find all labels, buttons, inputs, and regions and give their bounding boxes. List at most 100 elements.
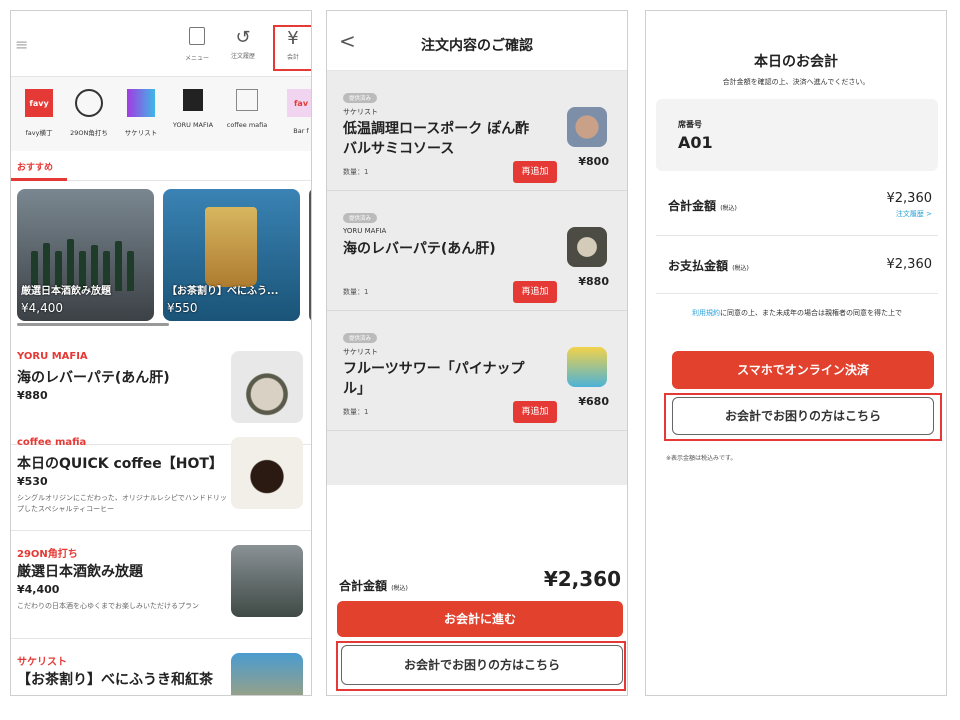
featured-card-price: ¥4,400	[21, 301, 63, 315]
shop-name: サケリスト	[124, 129, 158, 137]
order-history-link[interactable]: 注文履歴 >	[896, 209, 932, 219]
history-clock-icon: ↺	[235, 27, 251, 48]
item-shop-name: YORU MAFIA	[17, 351, 88, 362]
shop-favy-yokocho[interactable]: favy favy横丁	[11, 89, 67, 137]
shop-sakelist[interactable]: サケリスト	[113, 89, 169, 137]
29on-logo	[75, 89, 103, 117]
item-description: こだわりの日本酒を心ゆくまでお楽しみいただけるプラン	[17, 602, 199, 610]
order-price: ¥800	[578, 155, 609, 168]
page-title: 注文内容のご確認	[421, 38, 533, 54]
total-value: ¥2,360	[543, 567, 621, 591]
served-badge: 提供済み	[343, 213, 378, 223]
pork-thumbnail	[567, 107, 607, 147]
total-value: ¥2,360	[886, 191, 933, 206]
featured-card-partial[interactable]	[309, 189, 311, 321]
item-price: ¥880	[17, 389, 48, 402]
checkout-help-button[interactable]: お会計でお困りの方はこちら	[341, 645, 623, 685]
yoru-mafia-logo	[183, 89, 203, 111]
shop-bar-f[interactable]: fav Bar f	[273, 89, 311, 135]
order-list: 提供済み サケリスト 低温調理ロースポーク ぽん酢バルサミコソース 数量：1 再…	[327, 71, 627, 485]
hamburger-icon[interactable]: ≡	[15, 35, 28, 54]
tea-thumbnail	[231, 653, 303, 695]
pineapple-sour-thumbnail	[567, 347, 607, 387]
menu-item[interactable]: coffee mafia 本日のQUICK coffee【HOT】 ¥530 シ…	[11, 427, 311, 531]
sake-thumbnail	[231, 545, 303, 617]
checkout-help-button[interactable]: お会計でお困りの方はこちら	[672, 397, 934, 435]
order-history-label: 注文履歴	[230, 53, 255, 60]
terms-link[interactable]: 利用規約	[692, 309, 720, 317]
coffee-thumbnail	[231, 437, 303, 509]
shop-name: coffee mafia	[226, 121, 268, 129]
item-shop-name: サケリスト	[17, 657, 67, 668]
order-price: ¥680	[578, 395, 609, 408]
featured-card-name: 【お茶割り】べにふう...	[167, 286, 279, 297]
menu-screen: ≡ メニュー ↺ 注文履歴 ¥ 会計 favy favy横丁 29ON角打ち サ…	[10, 10, 312, 696]
shop-name: YORU MAFIA	[172, 121, 214, 129]
featured-card-name: 厳選日本酒飲み放題	[21, 286, 111, 297]
menu-button[interactable]: メニュー	[179, 27, 215, 62]
readd-button[interactable]: 再追加	[513, 281, 557, 303]
menu-item[interactable]: 29ON角打ち 厳選日本酒飲み放題 ¥4,400 こだわりの日本酒を心ゆくまでお…	[11, 535, 311, 639]
item-title: 海のレバーパテ(あん肝)	[17, 370, 170, 386]
page-subtitle: 合計金額を確認の上、決済へ進んでください。	[722, 78, 870, 86]
order-history-button[interactable]: ↺ 注文履歴	[225, 27, 261, 60]
order-quantity: 数量：1	[343, 288, 369, 296]
total-label: 合計金額 (税込)	[339, 577, 408, 594]
category-tabs: おすすめ	[11, 151, 311, 181]
order-shop-name: サケリスト	[343, 348, 378, 356]
item-price: ¥4,400	[17, 583, 60, 596]
tab-recommended[interactable]: おすすめ	[17, 160, 53, 173]
order-confirm-screen: < 注文内容のご確認 提供済み サケリスト 低温調理ロースポーク ぽん酢バルサミ…	[326, 10, 628, 696]
liver-pate-thumbnail	[231, 351, 303, 423]
readd-button[interactable]: 再追加	[513, 401, 557, 423]
coffee-mafia-logo	[236, 89, 258, 111]
checkout-screen: 本日のお会計 合計金額を確認の上、決済へ進んでください。 席番号 A01 合計金…	[645, 10, 947, 696]
featured-card[interactable]: 厳選日本酒飲み放題 ¥4,400	[17, 189, 154, 321]
item-description: シングルオリジンにこだわった、オリジナルレシピでハンドドリップしたスペシャルティ…	[17, 494, 227, 513]
total-label: 合計金額 (税込)	[668, 197, 737, 214]
featured-carousel[interactable]: 厳選日本酒飲み放題 ¥4,400 【お茶割り】べにふう... ¥550	[11, 189, 311, 327]
order-item: 提供済み サケリスト 低温調理ロースポーク ぽん酢バルサミコソース 数量：1 再…	[327, 71, 627, 191]
shop-name: favy横丁	[25, 129, 53, 137]
page-title: 本日のお会計	[754, 54, 838, 70]
item-price: ¥530	[17, 475, 48, 488]
divider	[656, 235, 938, 236]
shop-29on[interactable]: 29ON角打ち	[61, 89, 117, 137]
readd-button[interactable]: 再追加	[513, 161, 557, 183]
served-badge: 提供済み	[343, 333, 378, 343]
seat-label: 席番号	[678, 120, 702, 129]
payment-label-text: お支払金額	[668, 259, 729, 273]
tea-glass-image	[205, 207, 257, 287]
order-item-name: フルーツサワー「パイナップル」	[343, 361, 525, 397]
order-item: 提供済み サケリスト フルーツサワー「パイナップル」 数量：1 再追加 ¥680	[327, 311, 627, 431]
divider	[656, 293, 938, 294]
yen-icon: ¥	[287, 28, 299, 49]
order-item: 提供済み YORU MAFIA 海のレバーパテ(あん肝) 数量：1 再追加 ¥8…	[327, 191, 627, 311]
checkout-button[interactable]: ¥ 会計	[273, 25, 311, 71]
order-item-name: 低温調理ロースポーク ぽん酢バルサミコソース	[343, 121, 530, 157]
liver-pate-thumbnail	[567, 227, 607, 267]
served-badge: 提供済み	[343, 93, 378, 103]
shop-name: Bar f	[293, 127, 309, 135]
item-title: 本日のQUICK coffee【HOT】	[17, 456, 223, 472]
shop-yoru-mafia[interactable]: YORU MAFIA	[165, 89, 221, 129]
featured-card[interactable]: 【お茶割り】べにふう... ¥550	[163, 189, 300, 321]
order-confirm-header: < 注文内容のご確認	[327, 11, 627, 71]
tax-label: (税込)	[720, 205, 737, 212]
item-shop-name: 29ON角打ち	[17, 549, 78, 560]
shop-coffee-mafia[interactable]: coffee mafia	[219, 89, 275, 129]
terms-text: に同意の上、また未成年の場合は親権者の同意を得た上で	[720, 309, 902, 317]
online-payment-button[interactable]: スマホでオンライン決済	[672, 351, 934, 389]
menu-button-label: メニュー	[184, 55, 209, 62]
proceed-to-checkout-button[interactable]: お会計に進む	[337, 601, 623, 637]
order-shop-name: サケリスト	[343, 108, 378, 116]
order-quantity: 数量：1	[343, 408, 369, 416]
shop-selector: favy favy横丁 29ON角打ち サケリスト YORU MAFIA cof…	[11, 77, 311, 151]
menu-item[interactable]: サケリスト 【お茶割り】べにふうき和紅茶	[11, 643, 311, 695]
seat-info: 席番号 A01	[656, 99, 938, 171]
tab-underline	[11, 178, 67, 181]
terms-notice: 利用規約に同意の上、また未成年の場合は親権者の同意を得た上で	[660, 307, 934, 319]
carousel-scroll-indicator	[17, 323, 169, 326]
featured-card-price: ¥550	[167, 301, 198, 315]
total-label-text: 合計金額	[668, 199, 717, 213]
